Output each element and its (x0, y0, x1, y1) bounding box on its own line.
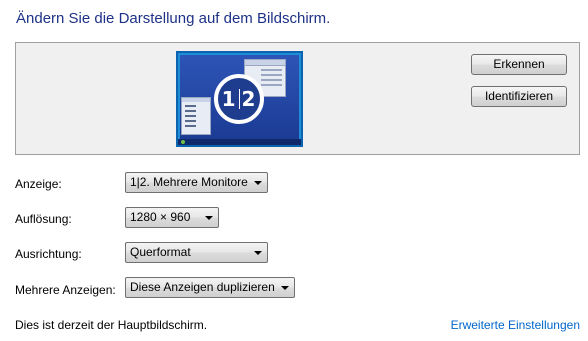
resolution-value: 1280 × 960 (130, 210, 191, 224)
detect-button[interactable]: Erkennen (471, 54, 567, 75)
advanced-settings-link[interactable]: Erweiterte Einstellungen (451, 318, 580, 332)
orientation-label: Ausrichtung: (15, 247, 82, 261)
chevron-down-icon (254, 181, 262, 185)
taskbar (178, 139, 301, 145)
window-thumbnail (181, 97, 211, 135)
monitor-number-1: 1 (221, 87, 237, 111)
resolution-dropdown[interactable]: 1280 × 960 (125, 207, 219, 228)
monitor-preview-area: 12 Erkennen Identifizieren (15, 42, 580, 155)
orientation-dropdown[interactable]: Querformat (125, 242, 268, 263)
orientation-value: Querformat (130, 245, 191, 259)
main-display-status: Dies ist derzeit der Hauptbildschirm. (15, 318, 208, 332)
multiple-displays-value: Diese Anzeigen duplizieren (130, 280, 275, 294)
chevron-down-icon (254, 251, 262, 255)
monitor-number-2: 2 (241, 87, 257, 111)
chevron-down-icon (205, 216, 213, 220)
monitor-number-badge: 12 (214, 74, 264, 124)
page-title: Ändern Sie die Darstellung auf dem Bilds… (16, 10, 331, 27)
display-label: Anzeige: (15, 177, 62, 191)
monitor-thumbnail[interactable]: 12 (176, 51, 303, 147)
multiple-displays-label: Mehrere Anzeigen: (15, 283, 116, 297)
display-value: 1|2. Mehrere Monitore (130, 175, 248, 189)
multiple-displays-dropdown[interactable]: Diese Anzeigen duplizieren (125, 277, 295, 298)
start-orb-icon (181, 140, 185, 144)
display-dropdown[interactable]: 1|2. Mehrere Monitore (125, 172, 268, 193)
chevron-down-icon (281, 286, 289, 290)
identify-button[interactable]: Identifizieren (471, 86, 567, 107)
resolution-label: Auflösung: (15, 212, 72, 226)
